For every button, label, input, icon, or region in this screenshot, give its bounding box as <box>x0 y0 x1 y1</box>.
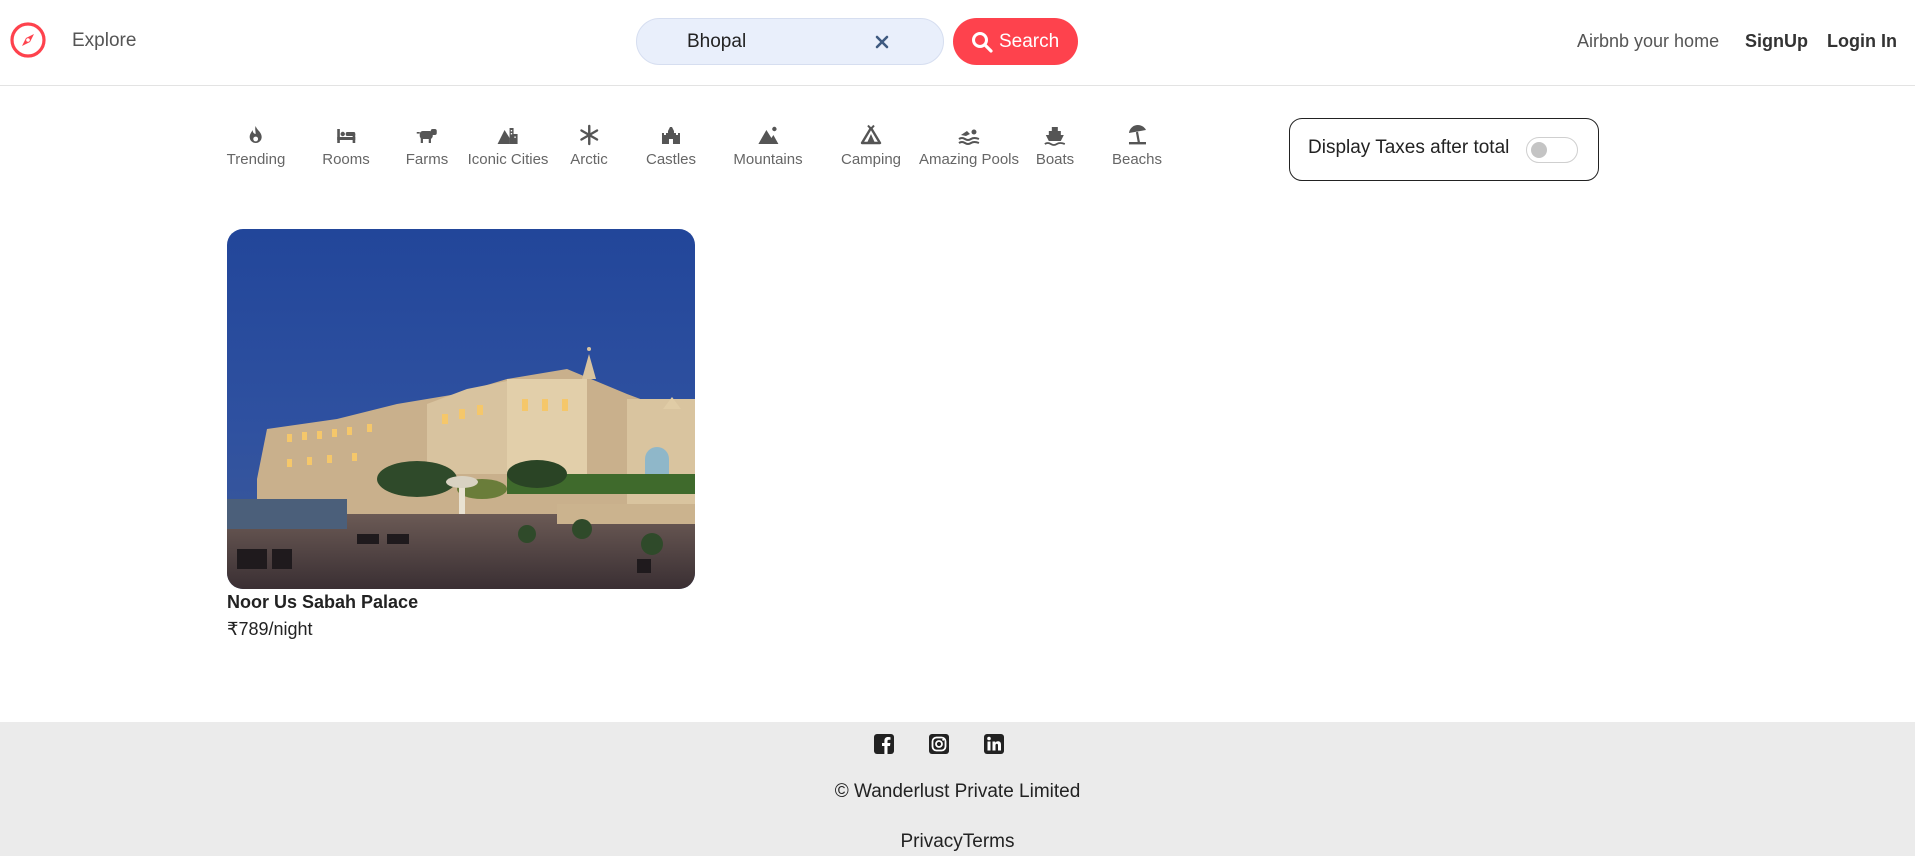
search-input[interactable] <box>687 28 877 56</box>
host-link[interactable]: Airbnb your home <box>1577 31 1719 52</box>
cow-icon <box>417 129 437 143</box>
filter-bar: Trending Rooms Farms Iconic Cities Arcti… <box>210 124 1180 204</box>
filter-trending[interactable]: Trending <box>226 124 286 170</box>
filter-label: Camping <box>840 151 902 168</box>
search-button[interactable]: Search <box>953 18 1078 65</box>
filter-label: Iconic Cities <box>467 151 549 168</box>
linkedin-icon[interactable] <box>983 733 1005 755</box>
umbrella-beach-icon <box>1128 125 1146 145</box>
filter-arctic[interactable]: Arctic <box>570 124 608 170</box>
mountain-icon <box>758 126 778 144</box>
search-icon <box>972 32 993 53</box>
navbar: Explore Search Airbnb your home SignUp L… <box>0 0 1915 86</box>
footer: © Wanderlust Private Limited PrivacyTerm… <box>0 722 1915 856</box>
social-links <box>0 733 1915 755</box>
swimmer-icon <box>958 129 980 145</box>
filter-mountains[interactable]: Mountains <box>733 124 803 170</box>
facebook-icon[interactable] <box>873 733 895 755</box>
search-button-label: Search <box>999 31 1060 52</box>
filter-iconic-cities[interactable]: Iconic Cities <box>467 124 549 170</box>
signup-link[interactable]: SignUp <box>1745 31 1808 52</box>
listing-price: ₹789/night <box>227 619 313 639</box>
copyright-text: © Wanderlust Private Limited <box>834 781 1081 802</box>
compass-icon[interactable] <box>9 21 47 59</box>
filter-label: Farms <box>405 151 449 168</box>
filter-label: Amazing Pools <box>918 151 1020 168</box>
filter-beachs[interactable]: Beachs <box>1112 124 1162 170</box>
filter-rooms[interactable]: Rooms <box>322 124 370 170</box>
mountain-city-icon <box>497 128 518 144</box>
tax-toggle-label: Display Taxes after total <box>1308 137 1510 158</box>
filter-label: Beachs <box>1111 151 1163 168</box>
ship-icon <box>1044 127 1066 146</box>
search-bar <box>636 18 944 65</box>
legal-links: PrivacyTerms <box>0 831 1915 853</box>
listing-image <box>227 229 695 589</box>
bed-icon <box>336 129 355 143</box>
close-icon[interactable] <box>873 33 891 51</box>
filter-label: Trending <box>226 151 286 168</box>
terms-link[interactable]: Terms <box>963 831 1015 852</box>
snowflake-icon <box>580 124 598 146</box>
tax-toggle-box: Display Taxes after total <box>1289 118 1599 181</box>
filter-label: Mountains <box>733 151 803 168</box>
filter-farms[interactable]: Farms <box>405 124 449 170</box>
instagram-icon[interactable] <box>928 733 950 755</box>
explore-link[interactable]: Explore <box>72 30 136 52</box>
privacy-link[interactable]: Privacy <box>900 831 962 852</box>
login-link[interactable]: Login In <box>1827 31 1897 52</box>
filter-amazing-pools[interactable]: Amazing Pools <box>919 124 1019 170</box>
fire-icon <box>250 126 262 143</box>
listing-card[interactable]: Noor Us Sabah Palace ₹789/night <box>227 229 695 639</box>
filter-label: Rooms <box>322 151 370 168</box>
filter-label: Boats <box>1035 151 1075 168</box>
tent-icon <box>860 124 882 145</box>
toggle-knob <box>1531 142 1547 158</box>
castle-icon <box>662 127 680 144</box>
filter-boats[interactable]: Boats <box>1036 124 1074 170</box>
tax-toggle-switch[interactable] <box>1526 137 1578 163</box>
filter-label: Castles <box>645 151 697 168</box>
filter-label: Arctic <box>570 151 608 168</box>
listing-title: Noor Us Sabah Palace <box>227 592 419 612</box>
filter-camping[interactable]: Camping <box>841 124 901 170</box>
filter-castles[interactable]: Castles <box>646 124 696 170</box>
